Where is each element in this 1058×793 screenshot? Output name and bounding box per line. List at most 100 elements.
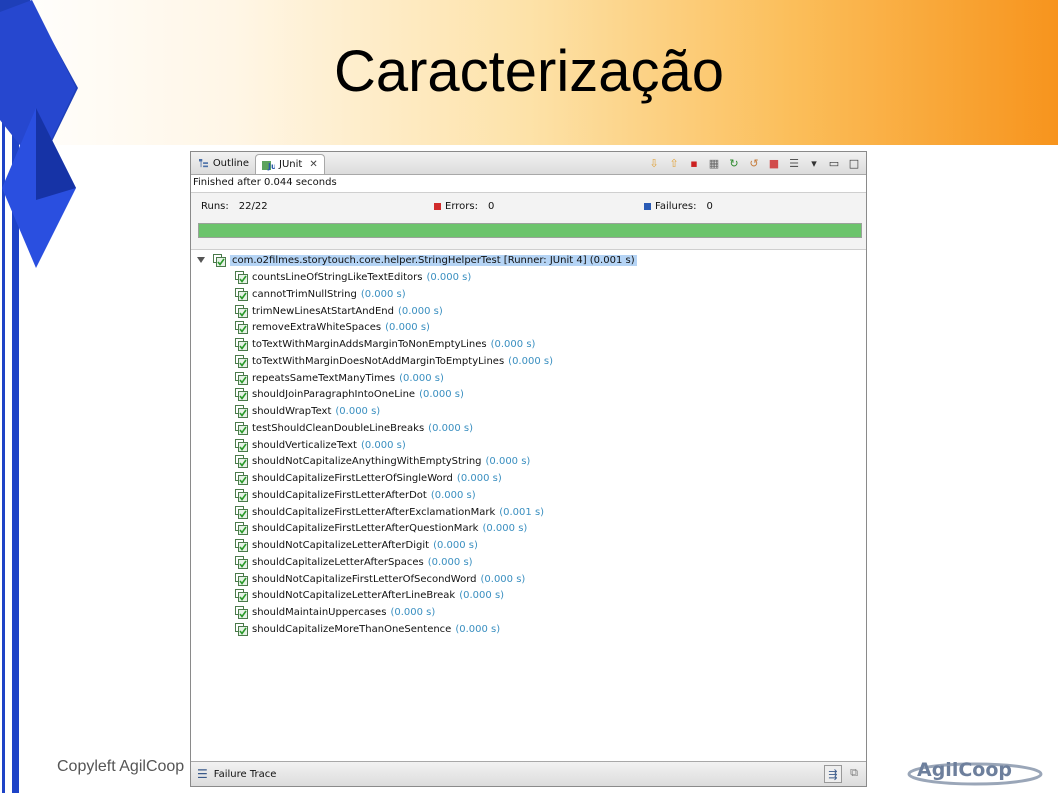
- test-passed-icon: [235, 271, 248, 284]
- test-passed-icon: [235, 572, 248, 586]
- stack-trace-icon: ☰: [197, 767, 208, 781]
- close-icon[interactable]: ✕: [309, 159, 317, 170]
- test-case-row[interactable]: shouldNotCapitalizeLetterAfterLineBreak(…: [235, 588, 504, 603]
- view-tab-bar: Outline Ju JUnit ✕ ⇩ ⇧ ▪ ▦ ↻ ↺ ■ ☰ ▾ ▭ □: [191, 152, 866, 175]
- history-icon[interactable]: ☰: [786, 155, 802, 171]
- failure-icon: [644, 203, 651, 210]
- runs-value: 22/22: [238, 201, 268, 212]
- test-case-row[interactable]: countsLineOfStringLikeTextEditors (0.000 …: [235, 270, 471, 285]
- test-time: (0.000 s): [399, 372, 444, 384]
- test-name: removeExtraWhiteSpaces: [252, 322, 382, 334]
- tab-outline[interactable]: Outline: [193, 154, 255, 173]
- test-name: shouldVerticalizeText: [252, 439, 357, 451]
- test-case-row[interactable]: shouldCapitalizeFirstLetterAfterQuestion…: [235, 521, 527, 536]
- test-time: (0.000 s): [490, 339, 536, 350]
- test-case-row[interactable]: shouldCapitalizeFirstLetterOfSingleWord(…: [235, 471, 502, 486]
- test-name: shouldNotCapitalizeLetterAfterLineBreak: [252, 590, 456, 602]
- test-passed-icon: [235, 472, 248, 485]
- compare-results-icon[interactable]: ⧉: [846, 765, 862, 781]
- test-case-row[interactable]: shouldCapitalizeMoreThanOneSentence (0.00…: [235, 622, 500, 637]
- diamond-decoration: [0, 0, 78, 793]
- test-case-row[interactable]: shouldJoinParagraphIntoOneLine (0.000 s): [235, 387, 464, 402]
- test-passed-icon: [235, 354, 248, 368]
- test-case-row[interactable]: trimNewLinesAtStartAndEnd (0.000 s): [235, 304, 443, 319]
- test-time: (0.000 s): [482, 523, 528, 535]
- test-case-row[interactable]: toTextWithMarginAddsMarginToNonEmptyLine…: [235, 337, 535, 352]
- test-passed-icon: [235, 488, 248, 502]
- test-passed-icon: [235, 539, 248, 552]
- slide-title: Caracterização: [333, 39, 725, 104]
- failure-trace-label: Failure Trace: [213, 768, 277, 780]
- test-case-row[interactable]: shouldCapitalizeFirstLetterAfterExclamat…: [235, 505, 544, 520]
- test-tree[interactable]: com.o2filmes.storytouch.core.helper.Stri…: [191, 251, 866, 763]
- error-icon: [434, 203, 441, 210]
- test-time: (0.000 s): [335, 406, 381, 417]
- test-time: (0.000 s): [426, 272, 472, 283]
- rerun-failed-icon[interactable]: ↺: [746, 155, 762, 171]
- test-case-row[interactable]: shouldVerticalizeText (0.000 s): [235, 438, 406, 453]
- test-case-row[interactable]: removeExtraWhiteSpaces (0.000 s): [235, 320, 430, 335]
- test-time: (0.000 s): [456, 473, 502, 484]
- stop-icon[interactable]: ■: [766, 155, 782, 171]
- logo-text: AgilCoop: [917, 759, 1012, 781]
- minimize-icon[interactable]: ▭: [826, 155, 842, 171]
- test-passed-icon: [235, 505, 248, 519]
- junit-icon: Ju: [262, 160, 275, 171]
- test-passed-icon: [235, 522, 248, 536]
- view-menu-icon[interactable]: ▾: [806, 155, 822, 171]
- test-case-row[interactable]: shouldCapitalizeLetterAfterSpaces (0.000 …: [235, 555, 473, 570]
- expand-triangle-icon[interactable]: [197, 257, 205, 263]
- test-name: shouldNotCapitalizeLetterAfterDigit: [252, 540, 430, 551]
- test-name: shouldCapitalizeLetterAfterSpaces: [252, 556, 424, 568]
- show-failures-only-icon[interactable]: ▪: [686, 155, 702, 171]
- test-passed-icon: [235, 455, 248, 469]
- test-case-row[interactable]: shouldNotCapitalizeAnythingWithEmptyStri…: [235, 454, 530, 469]
- test-name: cannotTrimNullString: [252, 288, 357, 300]
- test-name: trimNewLinesAtStartAndEnd: [252, 305, 394, 317]
- suite-ok-icon: [213, 253, 226, 267]
- test-name: shouldCapitalizeFirstLetterOfSingleWord: [252, 473, 453, 484]
- test-time: (0.000 s): [455, 623, 501, 635]
- errors-counter: Errors: 0: [434, 201, 494, 212]
- test-case-row[interactable]: shouldMaintainUppercases (0.000 s): [235, 605, 435, 620]
- test-time: (0.000 s): [459, 590, 505, 602]
- test-case-row[interactable]: shouldCapitalizeFirstLetterAfterDot (0.00…: [235, 488, 476, 503]
- test-case-row[interactable]: testShouldCleanDoubleLineBreaks (0.000 s): [235, 421, 473, 436]
- test-name: countsLineOfStringLikeTextEditors: [252, 272, 423, 283]
- test-case-row[interactable]: shouldWrapText (0.000 s): [235, 404, 380, 419]
- svg-text:Ju: Ju: [267, 162, 275, 171]
- test-case-row[interactable]: shouldNotCapitalizeLetterAfterDigit (0.00…: [235, 538, 478, 553]
- suite-label: com.o2filmes.storytouch.core.helper.Stri…: [230, 254, 637, 266]
- test-case-row[interactable]: toTextWithMarginDoesNotAddMarginToEmptyL…: [235, 354, 553, 369]
- tab-outline-label: Outline: [212, 158, 249, 169]
- previous-failure-icon[interactable]: ⇧: [666, 155, 682, 171]
- test-progress-fill: [199, 224, 861, 237]
- test-name: shouldCapitalizeFirstLetterAfterExclamat…: [252, 506, 496, 518]
- failures-value: 0: [706, 201, 713, 212]
- tab-junit[interactable]: Ju JUnit ✕: [255, 154, 325, 174]
- next-failure-icon[interactable]: ⇩: [646, 155, 662, 171]
- test-passed-icon: [235, 555, 248, 569]
- test-passed-icon: [235, 606, 248, 619]
- test-name: shouldWrapText: [252, 406, 332, 417]
- failure-trace-tools: ⇶ ⧉: [824, 765, 862, 783]
- tab-junit-label: JUnit: [279, 159, 303, 170]
- test-name: shouldCapitalizeFirstLetterAfterDot: [252, 489, 427, 501]
- rerun-icon[interactable]: ↻: [726, 155, 742, 171]
- test-progress-bar: [198, 223, 862, 238]
- test-case-row[interactable]: repeatsSameTextManyTimes (0.000 s): [235, 371, 444, 386]
- footer-copyleft: Copyleft AgilCoop: [57, 758, 185, 775]
- test-name: toTextWithMarginDoesNotAddMarginToEmptyL…: [252, 355, 505, 367]
- scroll-lock-icon[interactable]: ▦: [706, 155, 722, 171]
- maximize-icon[interactable]: □: [846, 155, 862, 171]
- test-case-row[interactable]: cannotTrimNullString (0.000 s): [235, 287, 406, 302]
- test-passed-icon: [235, 405, 248, 418]
- agilcoop-logo: AgilCoop: [907, 759, 1043, 786]
- runs-label: Runs:: [201, 201, 229, 212]
- test-case-row[interactable]: shouldNotCapitalizeFirstLetterOfSecondWo…: [235, 572, 525, 587]
- filter-stack-icon[interactable]: ⇶: [824, 765, 842, 783]
- junit-toolbar: ⇩ ⇧ ▪ ▦ ↻ ↺ ■ ☰ ▾ ▭ □: [646, 155, 862, 171]
- test-time: (0.000 s): [508, 355, 553, 367]
- tree-root-suite[interactable]: com.o2filmes.storytouch.core.helper.Stri…: [197, 253, 637, 267]
- failure-trace-bar: ☰ Failure Trace ⇶ ⧉: [191, 761, 866, 786]
